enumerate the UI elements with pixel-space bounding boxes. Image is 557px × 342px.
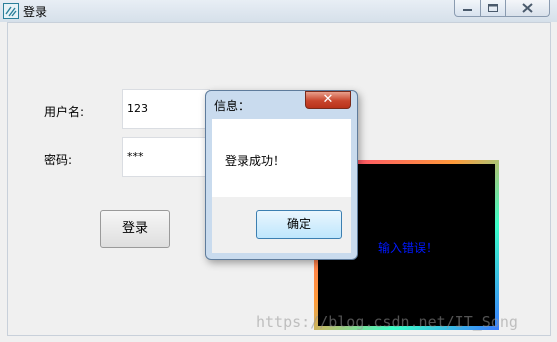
password-value: ***	[127, 150, 144, 163]
username-field[interactable]: 123	[122, 89, 210, 129]
login-window: 登录 用户名: 123 密码: *** 登录 输入错误！ 信息： ✕ 登录成功！	[0, 0, 557, 342]
dialog-title: 信息：	[214, 99, 251, 113]
dialog-close-button[interactable]: ✕	[305, 91, 351, 109]
close-icon	[522, 3, 533, 13]
minimize-icon	[463, 9, 472, 11]
title-bar[interactable]: 登录	[0, 0, 557, 22]
dialog-body: 登录成功！	[212, 119, 351, 197]
watermark: https://blog.csdn.net/IT_Song	[256, 313, 518, 331]
window-title: 登录	[23, 5, 48, 19]
maximize-button[interactable]	[480, 0, 506, 17]
password-field[interactable]: ***	[122, 137, 210, 177]
ok-button[interactable]: 确定	[256, 210, 342, 239]
minimize-button[interactable]	[454, 0, 481, 17]
error-text: 输入错误！	[378, 241, 439, 255]
maximize-icon	[488, 4, 498, 12]
username-value: 123	[127, 102, 148, 115]
info-dialog: 信息： ✕ 登录成功！ 确定	[205, 90, 358, 260]
close-button[interactable]	[505, 0, 550, 17]
username-label: 用户名:	[44, 105, 85, 119]
app-icon	[3, 3, 19, 19]
login-button[interactable]: 登录	[100, 210, 170, 248]
dialog-footer: 确定	[212, 197, 351, 253]
password-label: 密码:	[44, 153, 73, 167]
close-icon: ✕	[322, 92, 334, 107]
dialog-message: 登录成功！	[225, 154, 286, 168]
